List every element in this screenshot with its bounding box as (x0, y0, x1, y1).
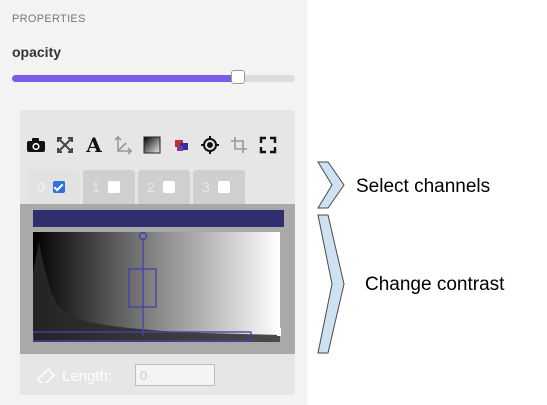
opacity-slider-fill (12, 75, 239, 82)
crosshair-target-icon[interactable] (199, 134, 221, 156)
image-toolbar: A (20, 132, 295, 158)
axes-icon[interactable] (112, 134, 134, 156)
brace-change-contrast (317, 214, 345, 354)
channel-tab-label: 0 (37, 179, 45, 195)
crop-icon[interactable] (228, 134, 250, 156)
fullscreen-icon[interactable] (257, 134, 279, 156)
brace-select-channels (317, 161, 345, 209)
fit-view-icon[interactable] (54, 134, 76, 156)
channel-tab-0[interactable]: 0 (28, 170, 80, 204)
channel-tab-label: 2 (147, 179, 155, 195)
channel-tab-2[interactable]: 2 (138, 170, 190, 204)
channel-panel (20, 204, 295, 354)
ruler-icon (36, 367, 56, 383)
length-input[interactable] (135, 364, 215, 386)
contrast-histogram[interactable] (33, 232, 284, 344)
section-title: PROPERTIES (12, 13, 86, 25)
channel-tab-label: 3 (202, 179, 210, 195)
properties-panel: PROPERTIES opacity A 0 1 2 3 Length: 0 (0, 0, 307, 405)
channel-widget: A 0 1 2 3 Length: 0 (20, 110, 295, 395)
channel-0-checkbox[interactable] (52, 181, 65, 193)
channel-tab-3[interactable]: 3 (193, 170, 245, 204)
opacity-label: opacity (12, 44, 62, 60)
camera-icon[interactable] (25, 134, 47, 156)
color-blocks-icon[interactable] (170, 134, 192, 156)
gradient-icon[interactable] (141, 134, 163, 156)
opacity-slider-thumb[interactable] (231, 70, 246, 84)
channel-tab-label: 1 (92, 179, 100, 195)
channel-1-checkbox[interactable] (107, 181, 120, 193)
annotation-change-contrast: Change contrast (365, 274, 505, 295)
max-handle[interactable] (277, 328, 281, 336)
length-row: Length: (20, 360, 295, 390)
channel-2-checkbox[interactable] (162, 181, 175, 193)
channel-color-bar[interactable] (33, 210, 284, 227)
opacity-slider[interactable] (12, 70, 295, 84)
channel-3-checkbox[interactable] (217, 181, 230, 193)
annotation-select-channels: Select channels (356, 176, 491, 197)
text-icon[interactable]: A (83, 133, 105, 157)
channel-tab-1[interactable]: 1 (83, 170, 135, 204)
length-label: Length: (62, 368, 113, 385)
